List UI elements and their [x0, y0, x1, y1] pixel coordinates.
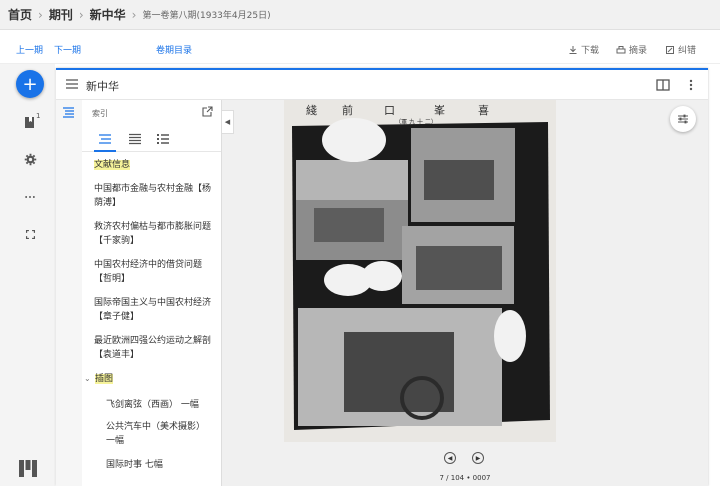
correction-icon [666, 45, 674, 54]
page-header-char: 口 [384, 104, 395, 117]
prev-page-button[interactable]: ◀ [444, 452, 456, 464]
page-subtitle: （軍 九 十 二） [395, 118, 437, 126]
breadcrumb-issue: 第一卷第八期(1933年4月25日) [142, 11, 271, 21]
toc-item[interactable]: 国际帝国主义与中国农村经济【章子健】 [94, 296, 212, 324]
toc-item[interactable]: 中国农村经济中的借贷问题【哲明】 [94, 258, 212, 286]
chevron-down-icon[interactable]: ⌄ [84, 372, 92, 386]
toc-label: 索引 [92, 109, 108, 118]
next-issue-link[interactable]: 下一期 [54, 43, 81, 56]
breadcrumb-separator: › [131, 7, 137, 22]
toc-list-icon[interactable] [62, 106, 75, 119]
issue-toolbar: 上一期 下一期 卷期目录 下载 摘录 纠错 [0, 30, 720, 64]
book-view-icon[interactable] [656, 78, 670, 92]
add-button[interactable]: + [16, 70, 44, 98]
tab-outline-active-indicator [94, 133, 116, 152]
menu-icon[interactable] [66, 79, 78, 89]
correction-label: 纠错 [678, 46, 697, 56]
breadcrumb: 首页 › 期刊 › 新中华 › 第一卷第八期(1933年4月25日) [0, 0, 720, 30]
collapse-toc-button[interactable]: ◀ [222, 110, 234, 134]
library-logo-icon [19, 460, 37, 477]
issue-contents-link[interactable]: 卷期目录 [156, 43, 192, 56]
page-header-char: 前 [342, 103, 353, 117]
toc-item[interactable]: 国际时事 七幅 [106, 458, 210, 472]
toc-item-info[interactable]: 文献信息 [94, 158, 212, 172]
fullscreen-icon[interactable] [23, 227, 37, 241]
toc-item[interactable]: 中国都市金融与农村金融【杨荫溥】 [94, 182, 212, 210]
bookmark-count-badge: 1 [36, 112, 41, 120]
toc-section-illustrations[interactable]: ⌄ 插图 [84, 372, 202, 386]
toc-item[interactable]: 公共汽车中（美术摄影）一幅 [106, 420, 210, 448]
next-page-button[interactable]: ▶ [472, 452, 484, 464]
download-icon [569, 45, 577, 54]
download-label: 下载 [581, 46, 600, 56]
breadcrumb-separator: › [78, 7, 84, 22]
settings-gear-icon[interactable] [23, 152, 37, 166]
excerpt-label: 摘录 [629, 46, 648, 56]
tab-list-icon[interactable] [128, 133, 142, 145]
page-scan-illustration: 綫 前 口 峯 喜 （軍 九 十 二） [284, 100, 556, 442]
toc-panel: 索引 文献信息 中国都市金融与农村金融【杨荫溥】 救济农村偏枯与都市膨胀问题【千… [82, 100, 222, 486]
sliders-icon [678, 114, 688, 124]
toc-item[interactable]: 最近欧洲四强公约运动之解剖【袁道丰】 [94, 334, 212, 362]
reader-panel: 新中华 索引 文献信息 中国都市金融与农村金融【杨荫溥】 救济农村偏枯与都市膨胀… [56, 68, 708, 486]
print-icon [616, 45, 626, 53]
tab-detail-icon[interactable] [156, 133, 170, 145]
download-button[interactable]: 下载 [568, 43, 599, 56]
open-external-icon[interactable] [202, 106, 213, 117]
page-header-char: 喜 [478, 104, 489, 117]
page-viewer: ◀ 綫 前 口 峯 喜 （軍 九 十 二） ◀ ▶ 7 / 104 • 0007 [222, 100, 708, 486]
more-vertical-icon[interactable] [684, 78, 698, 92]
correction-button[interactable]: 纠错 [665, 43, 696, 56]
breadcrumb-separator: › [38, 7, 43, 22]
excerpt-button[interactable]: 摘录 [616, 43, 647, 56]
more-horizontal-icon[interactable] [23, 190, 37, 204]
reader-header: 新中华 [56, 70, 708, 100]
toc-view-tabs [82, 128, 221, 152]
page-header-char: 峯 [434, 104, 445, 117]
toc-toggle-strip [56, 100, 82, 486]
page-scan: 綫 前 口 峯 喜 （軍 九 十 二） [284, 100, 556, 442]
reader-title: 新中华 [86, 80, 119, 93]
breadcrumb-home[interactable]: 首页 [8, 6, 32, 23]
bookmark-icon[interactable] [23, 115, 37, 129]
breadcrumb-magazine[interactable]: 新中华 [90, 6, 126, 23]
page-header-char: 綫 [306, 104, 317, 117]
page-navigation: ◀ ▶ 7 / 104 • 0007 [222, 452, 708, 486]
viewer-settings-button[interactable] [670, 106, 696, 132]
breadcrumb-journals[interactable]: 期刊 [49, 6, 73, 23]
page-indicator: 7 / 104 • 0007 [439, 474, 491, 482]
toc-item[interactable]: 救济农村偏枯与都市膨胀问题【千家驹】 [94, 220, 212, 248]
toc-item[interactable]: 飞剑离弦（西画） 一幅 [106, 398, 210, 412]
prev-issue-link[interactable]: 上一期 [16, 43, 43, 56]
